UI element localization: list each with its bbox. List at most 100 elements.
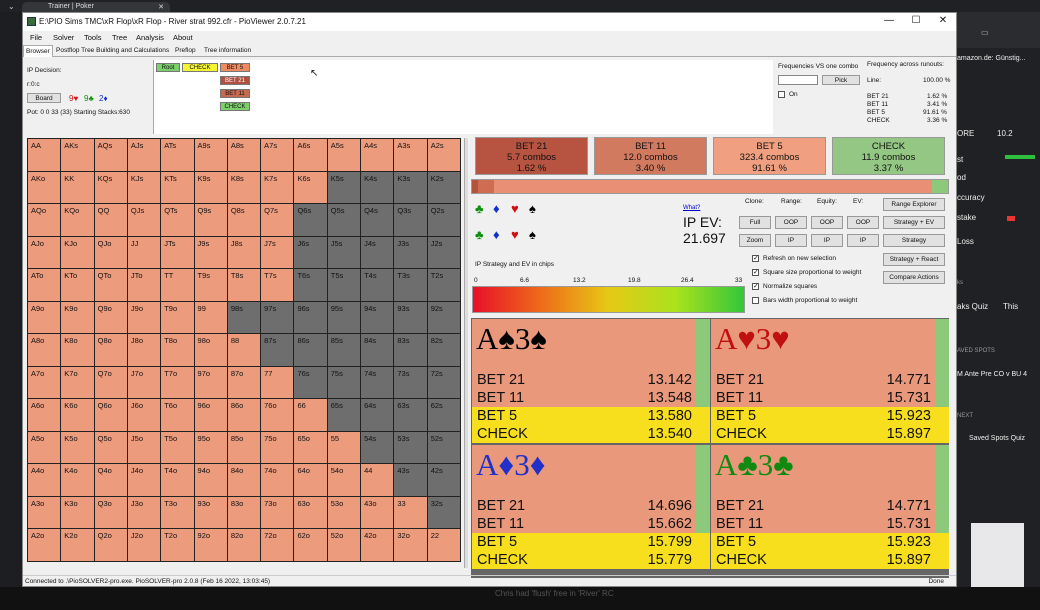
tab-postflop[interactable]: Postflop Tree Building and Calculations [54, 47, 171, 54]
hand-cell[interactable]: 52o [327, 529, 361, 561]
strategy-react-button[interactable]: Strategy + React [883, 253, 945, 266]
hand-cell[interactable]: J3o [127, 496, 161, 529]
hand-cell[interactable]: 76s [294, 366, 327, 399]
close-icon[interactable]: ✕ [158, 3, 164, 11]
hand-cell[interactable]: 63o [294, 496, 327, 529]
hand-cell[interactable]: 99 [194, 301, 227, 334]
hand-cell[interactable]: T3s [394, 269, 427, 301]
bars-width-checkbox[interactable] [752, 297, 759, 304]
hand-cell[interactable]: 97o [194, 366, 227, 399]
hand-cell[interactable]: 75o [261, 431, 294, 464]
hand-cell[interactable]: AKo [28, 171, 61, 204]
hand-cell[interactable]: Q3o [94, 496, 127, 529]
equity-ip-button[interactable]: IP [811, 234, 843, 247]
hand-cell[interactable]: Q4s [361, 204, 394, 236]
tree-node-bet5[interactable]: BET 5 [220, 63, 250, 72]
hand-cell[interactable]: AJo [28, 236, 61, 269]
hand-cell[interactable]: AQs [94, 139, 127, 171]
what-link[interactable]: What? [683, 205, 700, 211]
hand-cell[interactable]: T8o [161, 334, 194, 366]
hand-cell[interactable]: J9o [127, 301, 161, 334]
hand-cell[interactable]: 87o [227, 366, 261, 399]
hand-cell[interactable]: 64o [294, 464, 327, 496]
hand-cell[interactable]: 62s [427, 399, 460, 431]
hand-cell[interactable]: K2s [427, 171, 460, 204]
hand-cell[interactable]: T5s [327, 269, 361, 301]
refresh-checkbox[interactable]: ✓ [752, 255, 759, 262]
hand-cell[interactable]: KTs [161, 171, 194, 204]
club-icon[interactable]: ♣ [475, 201, 484, 216]
hand-cell[interactable]: K8s [227, 171, 261, 204]
hand-cell[interactable]: 66 [294, 399, 327, 431]
hand-cell[interactable]: 84s [361, 334, 394, 366]
hand-cell[interactable]: T6o [161, 399, 194, 431]
normalize-checkbox[interactable]: ✓ [752, 283, 759, 290]
hand-cell[interactable]: AA [28, 139, 61, 171]
hand-cell[interactable]: 53o [327, 496, 361, 529]
hand-cell[interactable]: K4o [61, 464, 94, 496]
hand-cell[interactable]: A4s [361, 139, 394, 171]
hand-cell[interactable]: A7s [261, 139, 294, 171]
hand-cell[interactable]: T2o [161, 529, 194, 561]
hand-cell[interactable]: JTs [161, 236, 194, 269]
hand-cell[interactable]: 32s [427, 496, 460, 529]
tree-node-bet21[interactable]: BET 21 [220, 76, 250, 85]
compare-actions-button[interactable]: Compare Actions [883, 271, 945, 284]
hand-cell[interactable]: 43o [361, 496, 394, 529]
hand-cell[interactable]: 44 [361, 464, 394, 496]
hand-cell[interactable]: AKs [61, 139, 94, 171]
hand-cell[interactable]: 63s [394, 399, 427, 431]
hand-cell[interactable]: 98o [194, 334, 227, 366]
hand-cell[interactable]: T6s [294, 269, 327, 301]
hand-cell[interactable]: 92o [194, 529, 227, 561]
hand-cell[interactable]: K5o [61, 431, 94, 464]
panel-splitter[interactable] [464, 138, 468, 568]
hand-cell[interactable]: 84o [227, 464, 261, 496]
hand-cell[interactable]: K2o [61, 529, 94, 561]
menu-solver[interactable]: Solver [53, 33, 74, 42]
hand-cell[interactable]: QJo [94, 236, 127, 269]
hand-cell[interactable]: A8o [28, 334, 61, 366]
heart-icon[interactable]: ♥ [511, 227, 519, 242]
hand-cell[interactable]: 43s [394, 464, 427, 496]
hand-cell[interactable]: 73o [261, 496, 294, 529]
tab-tree-information[interactable]: Tree information [202, 47, 253, 54]
combo-panel[interactable]: A♣3♣ BET 21 14.771 BET 11 15.731 BET 5 15.923 C… [711, 445, 949, 569]
hand-cell[interactable]: A2s [427, 139, 460, 171]
hand-cell[interactable]: 73s [394, 366, 427, 399]
side-item[interactable]: M Ante Pre CO v BU 4 [957, 371, 1027, 378]
hand-cell[interactable]: 93o [194, 496, 227, 529]
hand-cell[interactable]: 65o [294, 431, 327, 464]
hand-cell[interactable]: 54s [361, 431, 394, 464]
hand-cell[interactable]: 72s [427, 366, 460, 399]
hand-cell[interactable]: A2o [28, 529, 61, 561]
hand-cell[interactable]: T9o [161, 301, 194, 334]
heart-icon[interactable]: ♥ [511, 201, 519, 216]
hand-cell[interactable]: 95s [327, 301, 361, 334]
hand-cell[interactable]: K6s [294, 171, 327, 204]
hand-cell[interactable]: J8o [127, 334, 161, 366]
hand-cell[interactable]: K9o [61, 301, 94, 334]
tab-preflop[interactable]: Preflop [173, 47, 198, 54]
menu-icon[interactable]: ▭ [981, 28, 989, 37]
hand-cell[interactable]: T4o [161, 464, 194, 496]
hand-cell[interactable]: 94s [361, 301, 394, 334]
ev-oop-button[interactable]: OOP [847, 216, 879, 229]
hand-cell[interactable]: Q8o [94, 334, 127, 366]
hand-cell[interactable]: J7s [261, 236, 294, 269]
hand-cell[interactable]: Q2s [427, 204, 460, 236]
hand-cell[interactable]: 42s [427, 464, 460, 496]
ev-ip-button[interactable]: IP [847, 234, 879, 247]
menu-file[interactable]: File [30, 33, 42, 42]
hand-cell[interactable]: 54o [327, 464, 361, 496]
board-button[interactable]: Board [27, 93, 61, 103]
hand-cell[interactable]: A5s [327, 139, 361, 171]
hand-cell[interactable]: 87s [261, 334, 294, 366]
hand-cell[interactable]: 53s [394, 431, 427, 464]
combo-input[interactable] [778, 75, 818, 85]
hand-cell[interactable]: 82o [227, 529, 261, 561]
range-ip-button[interactable]: IP [775, 234, 807, 247]
hand-cell[interactable]: J4s [361, 236, 394, 269]
hand-cell[interactable]: 42o [361, 529, 394, 561]
hand-cell[interactable]: A3s [394, 139, 427, 171]
